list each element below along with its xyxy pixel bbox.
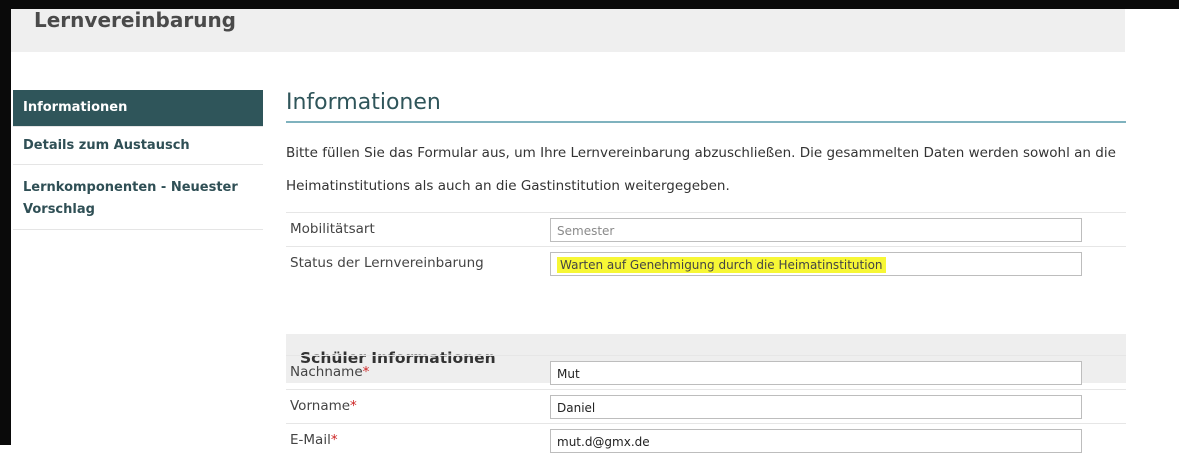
field-label-vorname: Vorname* [290,398,357,414]
form-row-vorname: Vorname* Daniel [286,389,1126,423]
email-input[interactable]: mut.d@gmx.de [550,429,1082,453]
vorname-input[interactable]: Daniel [550,395,1082,419]
sidebar-item-lernkomponenten[interactable]: Lernkomponenten - Neuester Vorschlag [13,165,263,230]
required-asterisk: * [330,432,338,448]
status-field[interactable]: Warten auf Genehmigung durch die Heimati… [550,252,1082,276]
required-asterisk: * [362,364,370,380]
sidebar-item-details-zum-austausch[interactable]: Details zum Austausch [13,127,263,165]
field-label-status: Status der Lernvereinbarung [290,255,484,271]
field-label-nachname: Nachname* [290,364,370,380]
field-label-mobilitaetsart: Mobilitätsart [290,221,375,237]
required-asterisk: * [350,398,357,414]
sidebar-item-informationen[interactable]: Informationen [13,90,263,127]
app-title: Lernvereinbarung [34,8,237,32]
nachname-input[interactable]: Mut [550,361,1082,385]
form-row-email: E-Mail* mut.d@gmx.de [286,423,1126,457]
app-header: Lernvereinbarung [11,9,1125,52]
form-row-nachname: Nachname* Mut [286,355,1126,389]
field-label-email: E-Mail* [290,432,338,448]
sidebar: Informationen Details zum Austausch Lern… [13,90,263,230]
form-row-status: Status der Lernvereinbarung Warten auf G… [286,246,1126,280]
mobilitaetsart-field[interactable]: Semester [550,218,1082,242]
page-title: Informationen [286,84,1126,123]
main-content: Informationen Bitte füllen Sie das Formu… [286,84,1126,453]
status-highlight: Warten auf Genehmigung durch die Heimati… [557,257,886,273]
window-frame-left [0,0,11,445]
form-row-mobilitaetsart: Mobilitätsart Semester [286,212,1126,246]
intro-text: Bitte füllen Sie das Formular aus, um Ih… [286,145,1116,194]
